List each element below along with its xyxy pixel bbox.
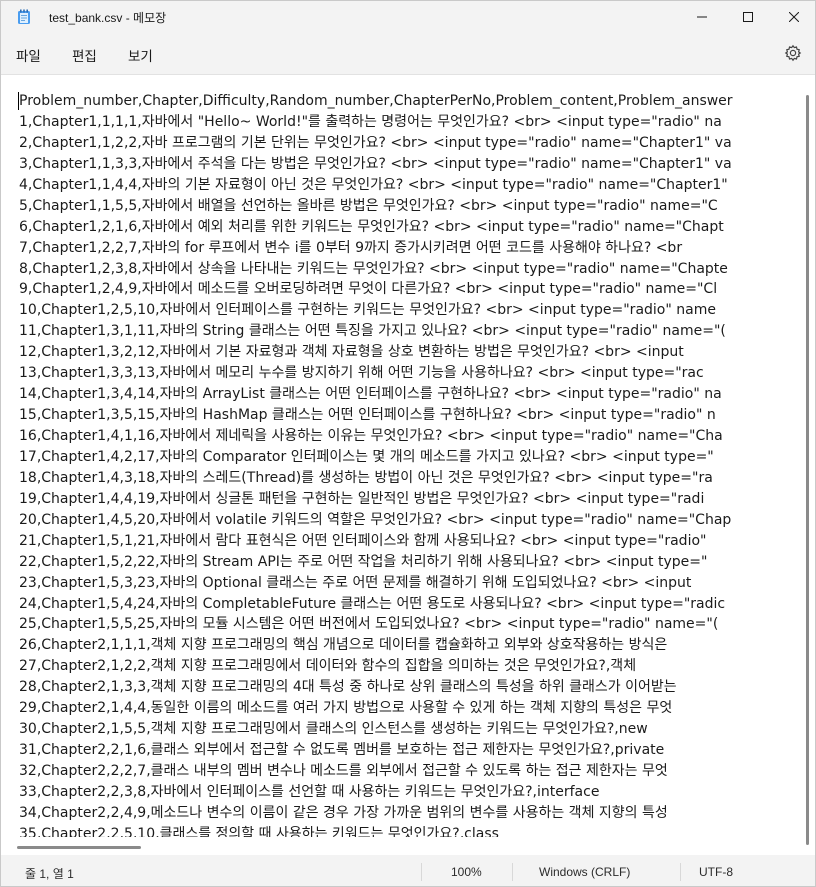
- text-line[interactable]: 19,Chapter1,4,4,19,자바에서 싱글톤 패턴을 구현하는 일반적…: [19, 489, 799, 510]
- text-line[interactable]: 7,Chapter1,2,2,7,자바의 for 루프에서 변수 i를 0부터 …: [19, 238, 799, 259]
- notepad-window: test_bank.csv - 메모장 파일 편집 보기 Problem_num…: [0, 0, 816, 887]
- menu-view[interactable]: 보기: [128, 45, 153, 65]
- maximize-button[interactable]: [725, 1, 771, 33]
- text-line[interactable]: 8,Chapter1,2,3,8,자바에서 상속을 나타내는 키워드는 무엇인가…: [19, 259, 799, 280]
- minimize-icon: [697, 16, 707, 18]
- text-line[interactable]: 14,Chapter1,3,4,14,자바의 ArrayList 클래스는 어떤…: [19, 384, 799, 405]
- title-bar[interactable]: test_bank.csv - 메모장: [1, 1, 815, 33]
- text-line[interactable]: 4,Chapter1,1,4,4,자바의 기본 자료형이 아닌 것은 무엇인가요…: [19, 175, 799, 196]
- text-line[interactable]: 2,Chapter1,1,2,2,자바 프로그램의 기본 단위는 무엇인가요? …: [19, 133, 799, 154]
- status-divider: [680, 863, 681, 881]
- text-line[interactable]: 26,Chapter2,1,1,1,객체 지향 프로그래밍의 핵심 개념으로 데…: [19, 635, 799, 656]
- text-line[interactable]: 33,Chapter2,2,3,8,자바에서 인터페이스를 선언할 때 사용하는…: [19, 782, 799, 803]
- text-caret: [18, 92, 19, 110]
- text-line[interactable]: 17,Chapter1,4,2,17,자바의 Comparator 인터페이스는…: [19, 447, 799, 468]
- close-button[interactable]: [771, 1, 815, 33]
- menu-edit[interactable]: 편집: [72, 45, 97, 65]
- text-editor[interactable]: Problem_number,Chapter,Difficulty,Random…: [1, 74, 815, 855]
- text-line[interactable]: 30,Chapter2,1,5,5,객체 지향 프로그래밍에서 클래스의 인스턴…: [19, 719, 799, 740]
- status-bar: 줄 1, 열 1 100% Windows (CRLF) UTF-8: [1, 856, 815, 886]
- gear-icon[interactable]: [784, 44, 802, 62]
- text-line[interactable]: 15,Chapter1,3,5,15,자바의 HashMap 클래스는 어떤 인…: [19, 405, 799, 426]
- text-line[interactable]: 21,Chapter1,5,1,21,자바에서 람다 표현식은 어떤 인터페이스…: [19, 531, 799, 552]
- vertical-scrollbar[interactable]: [806, 95, 809, 845]
- text-line[interactable]: 3,Chapter1,1,3,3,자바에서 주석을 다는 방법은 무엇인가요? …: [19, 154, 799, 175]
- editor-text-area[interactable]: Problem_number,Chapter,Difficulty,Random…: [19, 91, 799, 837]
- text-line[interactable]: 18,Chapter1,4,3,18,자바의 스레드(Thread)를 생성하는…: [19, 468, 799, 489]
- text-line[interactable]: 11,Chapter1,3,1,11,자바의 String 클래스는 어떤 특징…: [19, 321, 799, 342]
- text-line[interactable]: 35,Chapter2,2,5,10,클래스를 정의할 때 사용하는 키워드는 …: [19, 824, 799, 837]
- window-title: test_bank.csv - 메모장: [49, 11, 167, 25]
- text-line[interactable]: 31,Chapter2,2,1,6,클래스 외부에서 접근할 수 없도록 멤버를…: [19, 740, 799, 761]
- text-line[interactable]: 22,Chapter1,5,2,22,자바의 Stream API는 주로 어떤…: [19, 552, 799, 573]
- notepad-app-icon: [17, 9, 31, 25]
- minimize-button[interactable]: [679, 1, 725, 33]
- encoding: UTF-8: [699, 865, 733, 879]
- text-line[interactable]: 24,Chapter1,5,4,24,자바의 CompletableFuture…: [19, 594, 799, 615]
- horizontal-scrollbar[interactable]: [17, 846, 141, 849]
- menu-file[interactable]: 파일: [16, 45, 41, 65]
- text-line[interactable]: Problem_number,Chapter,Difficulty,Random…: [19, 91, 799, 112]
- status-divider: [512, 863, 513, 881]
- text-line[interactable]: 27,Chapter2,1,2,2,객체 지향 프로그래밍에서 데이터와 함수의…: [19, 656, 799, 677]
- text-line[interactable]: 1,Chapter1,1,1,1,자바에서 "Hello~ World!"를 출…: [19, 112, 799, 133]
- line-ending: Windows (CRLF): [539, 865, 631, 879]
- text-line[interactable]: 13,Chapter1,3,3,13,자바에서 메모리 누수를 방지하기 위해 …: [19, 363, 799, 384]
- text-line[interactable]: 6,Chapter1,2,1,6,자바에서 예외 처리를 위한 키워드는 무엇인…: [19, 217, 799, 238]
- text-line[interactable]: 16,Chapter1,4,1,16,자바에서 제네릭을 사용하는 이유는 무엇…: [19, 426, 799, 447]
- status-divider: [421, 863, 422, 881]
- close-icon: [789, 12, 799, 22]
- text-line[interactable]: 5,Chapter1,1,5,5,자바에서 배열을 선언하는 올바른 방법은 무…: [19, 196, 799, 217]
- menu-bar: 파일 편집 보기: [1, 35, 815, 71]
- text-line[interactable]: 20,Chapter1,4,5,20,자바에서 volatile 키워드의 역할…: [19, 510, 799, 531]
- maximize-icon: [743, 12, 753, 22]
- text-line[interactable]: 32,Chapter2,2,2,7,클래스 내부의 멤버 변수나 메소드를 외부…: [19, 761, 799, 782]
- text-line[interactable]: 9,Chapter1,2,4,9,자바에서 메소드를 오버로딩하려면 무엇이 다…: [19, 279, 799, 300]
- text-line[interactable]: 25,Chapter1,5,5,25,자바의 모듈 시스템은 어떤 버전에서 도…: [19, 614, 799, 635]
- text-line[interactable]: 10,Chapter1,2,5,10,자바에서 인터페이스를 구현하는 키워드는…: [19, 300, 799, 321]
- text-line[interactable]: 12,Chapter1,3,2,12,자바에서 기본 자료형과 객체 자료형을 …: [19, 342, 799, 363]
- text-line[interactable]: 29,Chapter2,1,4,4,동일한 이름의 메소드를 여러 가지 방법으…: [19, 698, 799, 719]
- text-line[interactable]: 23,Chapter1,5,3,23,자바의 Optional 클래스는 주로 …: [19, 573, 799, 594]
- zoom-level: 100%: [451, 865, 482, 879]
- cursor-position: 줄 1, 열 1: [25, 867, 74, 881]
- text-line[interactable]: 34,Chapter2,2,4,9,메소드나 변수의 이름이 같은 경우 가장 …: [19, 803, 799, 824]
- text-line[interactable]: 28,Chapter2,1,3,3,객체 지향 프로그래밍의 4대 특성 중 하…: [19, 677, 799, 698]
